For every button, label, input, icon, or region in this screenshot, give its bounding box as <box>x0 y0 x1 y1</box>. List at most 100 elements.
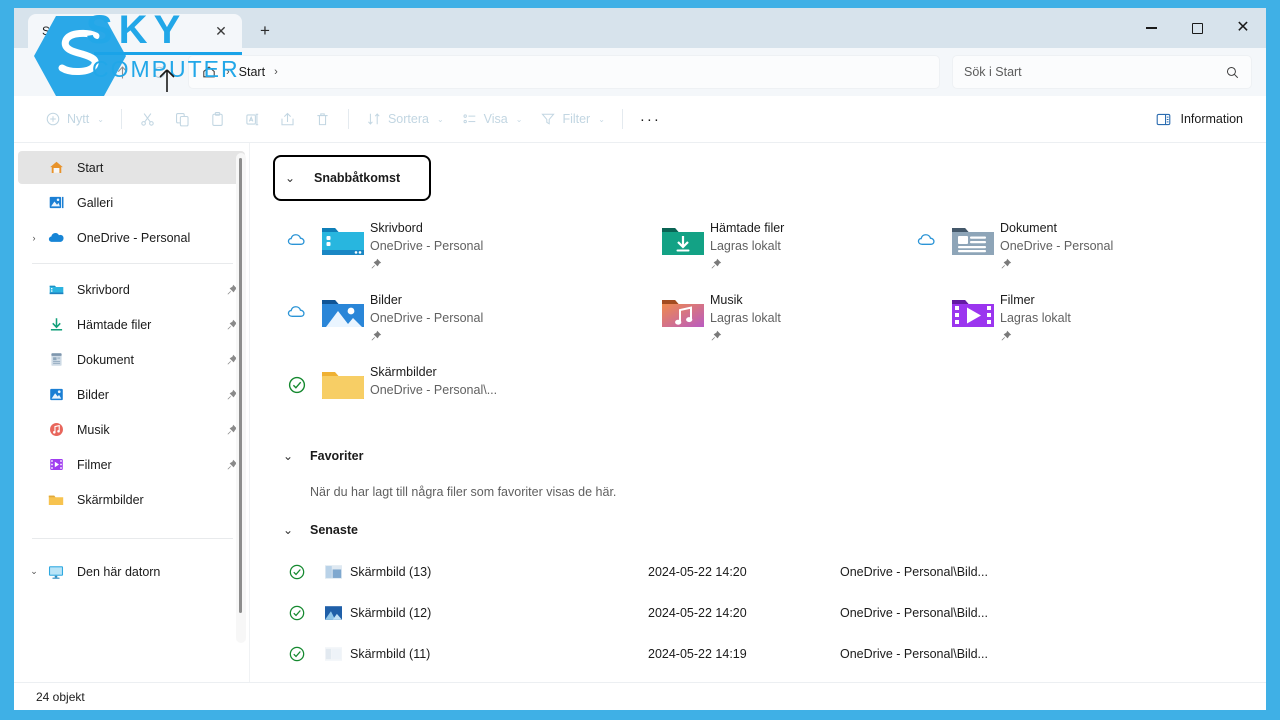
sidebar-item-dokument[interactable]: Dokument <box>18 343 245 376</box>
close-button[interactable]: ✕ <box>1220 8 1266 48</box>
quick-access-item-filmer[interactable]: Filmer Lagras lokalt <box>908 283 1266 355</box>
more-options-button[interactable]: ··· <box>631 103 670 135</box>
plus-circle-icon <box>46 112 60 126</box>
sidebar-item-skrivbord[interactable]: Skrivbord <box>18 273 245 306</box>
view-button[interactable]: Visa ⌄ <box>453 103 532 135</box>
filter-button[interactable]: Filter ⌄ <box>531 103 613 135</box>
synced-icon <box>278 563 316 581</box>
cut-button[interactable] <box>130 103 165 135</box>
synced-icon <box>278 359 316 395</box>
close-icon[interactable]: ✕ <box>208 19 234 43</box>
new-button-label: Nytt <box>67 112 90 126</box>
sidebar-item-start[interactable]: Start <box>18 151 245 184</box>
quick-access-header[interactable]: ⌄ Snabbåtkomst <box>273 155 431 201</box>
chevron-down-icon[interactable]: ⌄ <box>24 566 44 577</box>
chevron-right-icon[interactable]: › <box>24 233 44 243</box>
minimize-button[interactable] <box>1128 8 1174 48</box>
refresh-button[interactable] <box>143 56 175 88</box>
maximize-button[interactable] <box>1174 8 1220 48</box>
breadcrumb-separator-1[interactable]: › <box>226 66 230 78</box>
maximize-icon <box>1191 22 1203 34</box>
filter-button-label: Filter <box>562 112 591 126</box>
item-location: Lagras lokalt <box>1000 311 1071 325</box>
breadcrumb-separator-2[interactable]: › <box>274 66 278 78</box>
file-name: Skärmbild (13) <box>350 564 432 579</box>
image-thumbnail-icon <box>316 646 350 661</box>
chevron-down-icon[interactable]: ⌄ <box>278 449 298 463</box>
quick-access-title: Snabbåtkomst <box>314 171 401 185</box>
chevron-down-icon: ⌄ <box>515 114 523 124</box>
sidebar-item-skarmbilder[interactable]: Skärmbilder <box>18 483 245 516</box>
file-name: Skärmbild (12) <box>350 605 432 620</box>
address-bar[interactable]: › Start › <box>188 55 940 89</box>
details-pane-icon <box>1157 113 1171 125</box>
table-row[interactable]: Skärmbild (12) 2024-05-22 14:20 OneDrive… <box>278 592 1266 633</box>
chevron-down-icon[interactable]: ⌄ <box>278 523 298 537</box>
cloud-icon <box>908 215 946 247</box>
sidebar-item-filmer[interactable]: Filmer <box>18 448 245 481</box>
sidebar-item-hamtade-filer[interactable]: Hämtade filer <box>18 308 245 341</box>
tab-start[interactable]: Start ✕ <box>28 14 242 48</box>
new-tab-button[interactable]: + <box>248 14 282 48</box>
quick-access-item-text: Skrivbord OneDrive - Personal <box>370 215 483 275</box>
up-button[interactable] <box>106 56 138 88</box>
videos-folder-icon <box>946 287 1000 331</box>
delete-button[interactable] <box>305 103 340 135</box>
arrow-left-icon <box>43 66 54 78</box>
quick-access-item-text: Bilder OneDrive - Personal <box>370 287 483 347</box>
downloads-folder-icon <box>656 215 710 259</box>
breadcrumb-item-start[interactable]: Start <box>239 65 265 79</box>
quick-access-item-text: Filmer Lagras lokalt <box>1000 287 1071 347</box>
quick-access-item-musik[interactable]: Musik Lagras lokalt <box>618 283 908 355</box>
pin-icon <box>710 329 781 347</box>
chevron-down-icon[interactable]: ⌄ <box>280 171 300 185</box>
sidebar-item-onedrive[interactable]: › OneDrive - Personal <box>18 221 245 254</box>
sidebar-item-bilder[interactable]: Bilder <box>18 378 245 411</box>
pin-icon <box>1000 329 1071 347</box>
arrow-up-icon <box>117 65 127 78</box>
sidebar-item-den-har-datorn[interactable]: ⌄ Den här datorn <box>18 555 245 588</box>
forward-button[interactable] <box>69 56 101 88</box>
copy-button[interactable] <box>165 103 200 135</box>
favorites-empty-text: När du har lagt till några filer som fav… <box>310 485 617 499</box>
copy-icon <box>175 112 189 126</box>
search-icon[interactable] <box>1225 65 1240 80</box>
sort-button[interactable]: Sortera ⌄ <box>357 103 453 135</box>
search-input[interactable]: Sök i Start <box>964 65 1225 79</box>
sidebar-item-galleri[interactable]: Galleri <box>18 186 245 219</box>
quick-access-item-dokument[interactable]: Dokument OneDrive - Personal <box>908 211 1266 283</box>
chevron-down-icon: ⌄ <box>436 114 444 124</box>
rename-icon <box>246 113 259 125</box>
search-box[interactable]: Sök i Start <box>952 55 1252 89</box>
table-row[interactable]: Skärmbild (11) 2024-05-22 14:19 OneDrive… <box>278 633 1266 674</box>
close-window-icon: ✕ <box>1236 19 1250 36</box>
new-button[interactable]: Nytt ⌄ <box>36 103 113 135</box>
paste-button[interactable] <box>200 103 235 135</box>
recent-title: Senaste <box>310 523 358 537</box>
share-button[interactable] <box>270 103 305 135</box>
sidebar-item-label: Den här datorn <box>77 564 161 579</box>
sidebar-scrollbar[interactable] <box>236 153 246 643</box>
quick-access-item-text: Skärmbilder OneDrive - Personal\... <box>370 359 497 399</box>
no-status-icon <box>618 287 656 303</box>
ribbon-divider-1 <box>120 109 122 129</box>
quick-access-item-skarmbilder[interactable]: Skärmbilder OneDrive - Personal\... <box>278 355 618 427</box>
arrow-right-icon <box>79 66 90 78</box>
sidebar-item-musik[interactable]: Musik <box>18 413 245 446</box>
sort-icon <box>367 113 380 125</box>
pin-icon <box>370 329 483 347</box>
favorites-header[interactable]: ⌄ Favoriter <box>278 441 1266 471</box>
recent-header[interactable]: ⌄ Senaste <box>278 515 1266 545</box>
quick-access-item-bilder[interactable]: Bilder OneDrive - Personal <box>278 283 618 355</box>
table-row[interactable]: Skärmbild (13) 2024-05-22 14:20 OneDrive… <box>278 551 1266 592</box>
details-pane-button[interactable]: Information <box>1146 103 1252 135</box>
quick-access-item-hamtade-filer[interactable]: Hämtade filer Lagras lokalt <box>618 211 908 283</box>
sidebar-scrollbar-thumb[interactable] <box>239 158 242 613</box>
paste-icon <box>212 111 223 126</box>
home-icon[interactable] <box>201 64 217 80</box>
quick-access-item-skrivbord[interactable]: Skrivbord OneDrive - Personal <box>278 211 618 283</box>
back-button[interactable] <box>32 56 64 88</box>
rename-button[interactable] <box>235 103 270 135</box>
file-path: OneDrive - Personal\Bild... <box>840 605 988 620</box>
music-icon <box>44 421 68 438</box>
